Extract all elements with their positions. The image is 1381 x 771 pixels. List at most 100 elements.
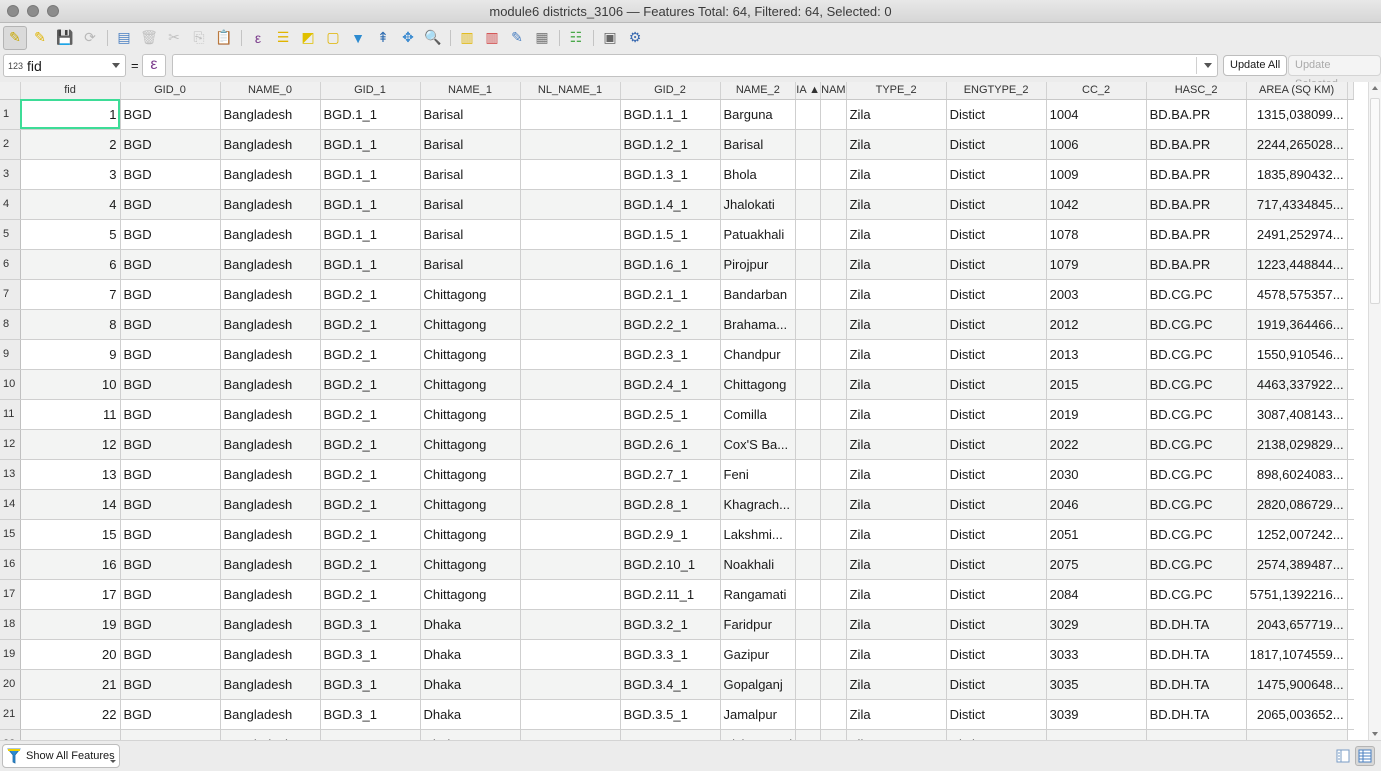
table-cell[interactable]: 2075 bbox=[1046, 549, 1147, 580]
table-cell[interactable]: Gazipur bbox=[720, 639, 797, 670]
table-cell[interactable] bbox=[820, 519, 847, 550]
table-cell[interactable] bbox=[520, 189, 621, 220]
table-cell[interactable]: 2003 bbox=[1046, 279, 1147, 310]
pan-to-selected-button[interactable]: ✥ bbox=[396, 26, 420, 50]
table-cell[interactable] bbox=[820, 339, 847, 370]
table-row[interactable]: 19 20 BGD Bangladesh BGD.3_1 Dhaka BGD.3.3_1 Ga… bbox=[0, 639, 1354, 670]
table-cell[interactable] bbox=[820, 189, 847, 220]
table-cell[interactable]: Barisal bbox=[420, 249, 521, 280]
table-cell[interactable] bbox=[820, 549, 847, 580]
table-row[interactable]: 10 10 BGD Bangladesh BGD.2_1 Chittagong BGD.2.… bbox=[0, 369, 1354, 400]
table-cell[interactable]: BGD.1_1 bbox=[320, 99, 421, 130]
table-cell[interactable]: Zila bbox=[846, 669, 947, 700]
table-row[interactable]: 13 13 BGD Bangladesh BGD.2_1 Chittagong BGD.2.… bbox=[0, 459, 1354, 490]
delete-selected-button[interactable]: 🗑 bbox=[137, 26, 161, 50]
row-number-header[interactable]: 16 bbox=[0, 549, 21, 580]
table-cell[interactable]: Zila bbox=[846, 519, 947, 550]
row-number-header[interactable]: 19 bbox=[0, 639, 21, 670]
column-header[interactable]: NAME_1 bbox=[420, 82, 521, 100]
table-cell[interactable] bbox=[520, 399, 621, 430]
table-cell[interactable]: Faridpur bbox=[720, 609, 797, 640]
header-corner[interactable] bbox=[0, 82, 21, 100]
table-row[interactable]: 3 3 BGD Bangladesh BGD.1_1 Barisal BGD.1.3_1 Bh… bbox=[0, 159, 1354, 190]
table-cell[interactable]: Bangladesh bbox=[220, 189, 321, 220]
table-cell[interactable]: 2244,265028... bbox=[1246, 129, 1348, 160]
table-row[interactable]: 21 22 BGD Bangladesh BGD.3_1 Dhaka BGD.3.5_1 Ja… bbox=[0, 699, 1354, 730]
table-cell[interactable]: BGD.1.4_1 bbox=[620, 189, 721, 220]
table-cell[interactable]: BGD.1.3_1 bbox=[620, 159, 721, 190]
table-cell[interactable]: 717,4334845... bbox=[1246, 189, 1348, 220]
column-header[interactable]: TYPE_2 bbox=[846, 82, 947, 100]
table-cell[interactable]: BD.CG.PC bbox=[1146, 519, 1247, 550]
table-cell[interactable]: BGD.2.7_1 bbox=[620, 459, 721, 490]
table-cell[interactable]: Jamalpur bbox=[720, 699, 797, 730]
table-cell[interactable]: Zila bbox=[846, 369, 947, 400]
table-cell[interactable] bbox=[795, 669, 822, 700]
table-cell[interactable]: Chittagong bbox=[420, 369, 521, 400]
table-cell[interactable]: Distict bbox=[946, 399, 1047, 430]
table-cell[interactable]: 4578,575357... bbox=[1246, 279, 1348, 310]
table-cell[interactable]: BGD bbox=[120, 579, 221, 610]
filter-select-form-button[interactable]: ▼ bbox=[346, 26, 370, 50]
table-cell[interactable] bbox=[795, 189, 822, 220]
table-cell[interactable]: 1315,038099... bbox=[1246, 99, 1348, 130]
table-cell[interactable]: Zila bbox=[846, 339, 947, 370]
table-cell[interactable] bbox=[520, 429, 621, 460]
table-cell[interactable]: Zila bbox=[846, 489, 947, 520]
dock-window-button[interactable]: ▣ bbox=[598, 26, 622, 50]
table-cell[interactable]: BGD.2_1 bbox=[320, 459, 421, 490]
table-row[interactable]: 17 17 BGD Bangladesh BGD.2_1 Chittagong BGD.2.… bbox=[0, 579, 1354, 610]
table-cell[interactable]: Bangladesh bbox=[220, 219, 321, 250]
table-cell[interactable]: BGD.2_1 bbox=[320, 549, 421, 580]
table-cell[interactable]: Distict bbox=[946, 609, 1047, 640]
table-cell[interactable]: BGD.3.3_1 bbox=[620, 639, 721, 670]
table-cell[interactable]: Pirojpur bbox=[720, 249, 797, 280]
scrollbar-thumb[interactable] bbox=[1370, 98, 1380, 304]
row-number-header[interactable]: 20 bbox=[0, 669, 21, 700]
table-cell[interactable] bbox=[820, 309, 847, 340]
table-cell[interactable]: 1006 bbox=[1046, 129, 1147, 160]
save-edits-button[interactable]: 💾 bbox=[53, 26, 77, 50]
table-cell[interactable]: BGD bbox=[120, 549, 221, 580]
table-cell[interactable]: Bangladesh bbox=[220, 489, 321, 520]
field-value-input[interactable] bbox=[172, 54, 1218, 77]
table-cell[interactable] bbox=[820, 159, 847, 190]
table-cell[interactable] bbox=[795, 639, 822, 670]
table-cell[interactable]: 2820,086729... bbox=[1246, 489, 1348, 520]
table-cell[interactable]: BGD bbox=[120, 459, 221, 490]
table-cell[interactable]: BGD.2_1 bbox=[320, 489, 421, 520]
table-cell[interactable]: BGD.2_1 bbox=[320, 519, 421, 550]
table-cell[interactable]: 19 bbox=[20, 609, 121, 640]
table-cell[interactable]: BGD.2.1_1 bbox=[620, 279, 721, 310]
table-cell[interactable]: 1009 bbox=[1046, 159, 1147, 190]
row-number-header[interactable]: 4 bbox=[0, 189, 21, 220]
table-cell[interactable]: BGD bbox=[120, 309, 221, 340]
table-cell[interactable]: Cox'S Ba... bbox=[720, 429, 797, 460]
table-row[interactable]: 14 14 BGD Bangladesh BGD.2_1 Chittagong BGD.2.… bbox=[0, 489, 1354, 520]
table-cell[interactable]: BGD.2_1 bbox=[320, 279, 421, 310]
table-cell[interactable]: BGD bbox=[120, 249, 221, 280]
table-cell[interactable]: 3033 bbox=[1046, 639, 1147, 670]
table-cell[interactable]: Distict bbox=[946, 639, 1047, 670]
table-cell[interactable]: Zila bbox=[846, 609, 947, 640]
table-cell[interactable]: BD.BA.PR bbox=[1146, 159, 1247, 190]
table-cell[interactable]: BD.CG.PC bbox=[1146, 279, 1247, 310]
table-cell[interactable]: BGD bbox=[120, 279, 221, 310]
table-cell[interactable]: Distict bbox=[946, 699, 1047, 730]
table-cell[interactable]: Bangladesh bbox=[220, 279, 321, 310]
table-cell[interactable]: 5751,1392216... bbox=[1246, 579, 1348, 610]
table-cell[interactable]: 20 bbox=[20, 639, 121, 670]
table-cell[interactable]: Zila bbox=[846, 579, 947, 610]
table-cell[interactable]: BGD bbox=[120, 429, 221, 460]
table-cell[interactable]: BD.BA.PR bbox=[1146, 249, 1247, 280]
table-row[interactable]: 18 19 BGD Bangladesh BGD.3_1 Dhaka BGD.3.2_1 Fa… bbox=[0, 609, 1354, 640]
table-cell[interactable]: Noakhali bbox=[720, 549, 797, 580]
table-cell[interactable]: Rangamati bbox=[720, 579, 797, 610]
reload-table-button[interactable]: ⟳ bbox=[78, 26, 102, 50]
table-row[interactable]: 7 7 BGD Bangladesh BGD.2_1 Chittagong BGD.2.1_… bbox=[0, 279, 1354, 310]
table-cell[interactable]: BGD bbox=[120, 639, 221, 670]
toggle-multi-edit-button[interactable]: ✎ bbox=[28, 26, 52, 50]
row-number-header[interactable]: 5 bbox=[0, 219, 21, 250]
table-cell[interactable]: Zila bbox=[846, 639, 947, 670]
table-cell[interactable]: BGD.3_1 bbox=[320, 639, 421, 670]
